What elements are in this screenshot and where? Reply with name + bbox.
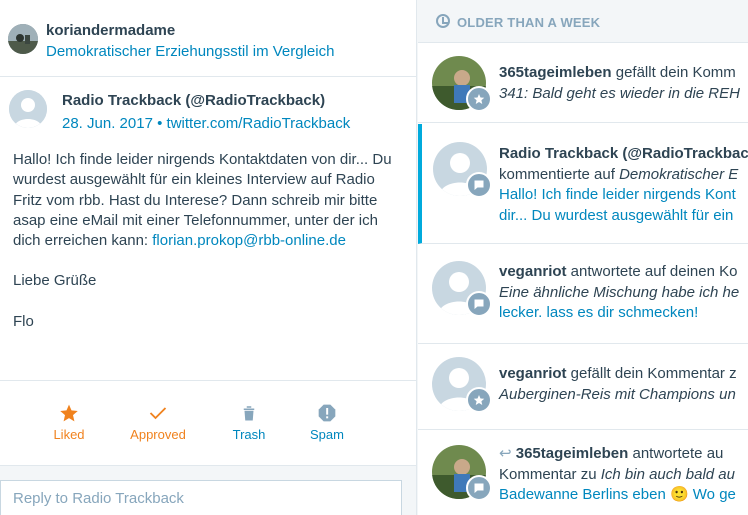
- meta-separator: •: [157, 115, 163, 132]
- comment-source-link[interactable]: twitter.com/RadioTrackback: [167, 115, 351, 132]
- notification-item[interactable]: Radio Trackback (@RadioTrackbac kommenti…: [418, 124, 748, 244]
- trash-label: Trash: [232, 427, 266, 442]
- star-icon: [60, 404, 78, 422]
- comment-meta: 28. Jun. 2017 • twitter.com/RadioTrackba…: [62, 115, 350, 132]
- section-header: OLDER THAN A WEEK: [418, 0, 748, 43]
- notification-item[interactable]: ↩ 365tageimleben antwortete au Kommentar…: [418, 431, 748, 515]
- reply-area: Reply to Radio Trackback: [0, 465, 416, 515]
- comment-paragraph: Hallo! Ich finde leider nirgends Kontakt…: [13, 151, 392, 250]
- notification-item[interactable]: veganriot antwortete auf deinen Ko Eine …: [418, 245, 748, 344]
- email-link[interactable]: florian.prokop@rbb-online.de: [152, 232, 346, 249]
- notifications-panel: OLDER THAN A WEEK 365tageimleben gefällt…: [418, 0, 748, 515]
- star-icon: [473, 395, 485, 405]
- reply-input[interactable]: Reply to Radio Trackback: [0, 480, 402, 515]
- trash-icon: [243, 406, 255, 421]
- spam-icon: [318, 404, 336, 422]
- notification-text: Radio Trackback (@RadioTrackbac kommenti…: [499, 145, 748, 224]
- notification-text: veganriot gefällt dein Kommentar z Auber…: [499, 365, 737, 403]
- liked-button[interactable]: Liked: [42, 403, 96, 442]
- star-icon: [473, 94, 485, 104]
- comment-icon: [474, 483, 484, 493]
- comment-body: Hallo! Ich finde leider nirgends Kontakt…: [13, 150, 408, 352]
- notification-badge: [466, 475, 492, 501]
- liked-label: Liked: [53, 427, 85, 442]
- site-avatar: [8, 24, 38, 54]
- trash-button[interactable]: Trash: [222, 403, 276, 442]
- notification-badge: [466, 387, 492, 413]
- approved-button[interactable]: Approved: [120, 403, 196, 442]
- notification-text: 365tageimleben gefällt dein Komm 341: Ba…: [499, 64, 740, 102]
- comment-date-link[interactable]: 28. Jun. 2017: [62, 115, 153, 132]
- notification-badge: [466, 172, 492, 198]
- post-title-link[interactable]: Demokratischer Erziehungsstil im Verglei…: [46, 43, 334, 60]
- notification-text: veganriot antwortete auf deinen Ko Eine …: [499, 263, 740, 321]
- comment-greeting: Liebe Grüße: [13, 272, 97, 290]
- spam-button[interactable]: Spam: [300, 403, 354, 442]
- post-header[interactable]: koriandermadame Demokratischer Erziehung…: [0, 0, 416, 77]
- notification-item[interactable]: 365tageimleben gefällt dein Komm 341: Ba…: [418, 44, 748, 123]
- clock-icon: [436, 14, 450, 28]
- comment-icon: [474, 180, 484, 190]
- notification-item[interactable]: veganriot gefällt dein Kommentar z Auber…: [418, 345, 748, 430]
- commenter-avatar[interactable]: [9, 90, 47, 128]
- section-title: OLDER THAN A WEEK: [457, 15, 601, 30]
- comment-icon: [474, 299, 484, 309]
- approved-label: Approved: [130, 427, 186, 442]
- comment-signature: Flo: [13, 312, 34, 330]
- checkmark-icon: [149, 407, 167, 420]
- reply-icon: ↩: [499, 445, 512, 462]
- notification-badge: [466, 86, 492, 112]
- site-username[interactable]: koriandermadame: [46, 22, 175, 39]
- comment-author[interactable]: Radio Trackback (@RadioTrackback): [62, 92, 325, 109]
- spam-label: Spam: [310, 427, 344, 442]
- notification-badge: [466, 291, 492, 317]
- comment-detail-panel: koriandermadame Demokratischer Erziehung…: [0, 0, 417, 515]
- comment-actions: Liked Approved Trash Spam: [0, 380, 416, 446]
- notification-text: ↩ 365tageimleben antwortete au Kommentar…: [499, 445, 736, 503]
